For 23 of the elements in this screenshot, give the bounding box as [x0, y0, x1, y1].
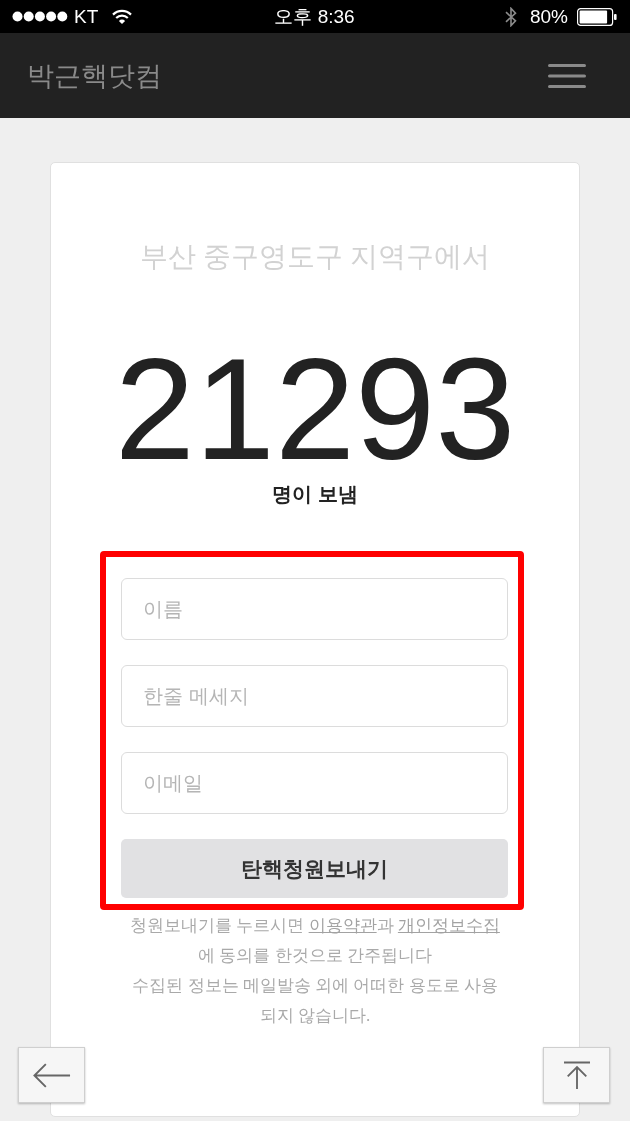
count-label: 명이 보냄 — [272, 482, 358, 506]
site-title[interactable]: 박근핵닷컴 — [27, 57, 162, 94]
input-field[interactable]: 한줄 메세지 — [121, 665, 508, 727]
policy-link[interactable]: 이용약관 — [308, 911, 377, 941]
signal-icon — [12, 11, 68, 22]
submit-button[interactable]: 탄핵청원보내기 — [121, 839, 508, 898]
consent-text: 청원보내기를 누르시면 이용약관과 개인정보수집 에 동의를 한것으로 간주됩니다 — [127, 911, 503, 971]
back-button[interactable] — [18, 1047, 85, 1103]
battery-icon — [577, 7, 617, 26]
clock-time: 오후 8:36 — [274, 5, 355, 28]
input-field[interactable]: 이름 — [121, 578, 508, 640]
up-arrow-bar-icon — [563, 1061, 590, 1089]
bluetooth-icon — [504, 6, 517, 27]
wifi-icon — [112, 9, 133, 24]
input-field[interactable]: 이메일 — [121, 752, 508, 814]
petition-count: 21293 — [114, 338, 516, 482]
battery-percent: 80% — [529, 5, 568, 28]
menu-icon[interactable] — [548, 63, 586, 88]
scroll-to-top-button[interactable] — [543, 1047, 610, 1103]
left-arrow-icon — [32, 1061, 71, 1089]
carrier-name: KT — [74, 5, 99, 28]
policy-link[interactable]: 개인정보수집 — [397, 911, 500, 941]
privacy-text: 수집된 정보는 메일발송 외에 어떠한 용도로 사용되지 않습니다. — [131, 975, 499, 1027]
